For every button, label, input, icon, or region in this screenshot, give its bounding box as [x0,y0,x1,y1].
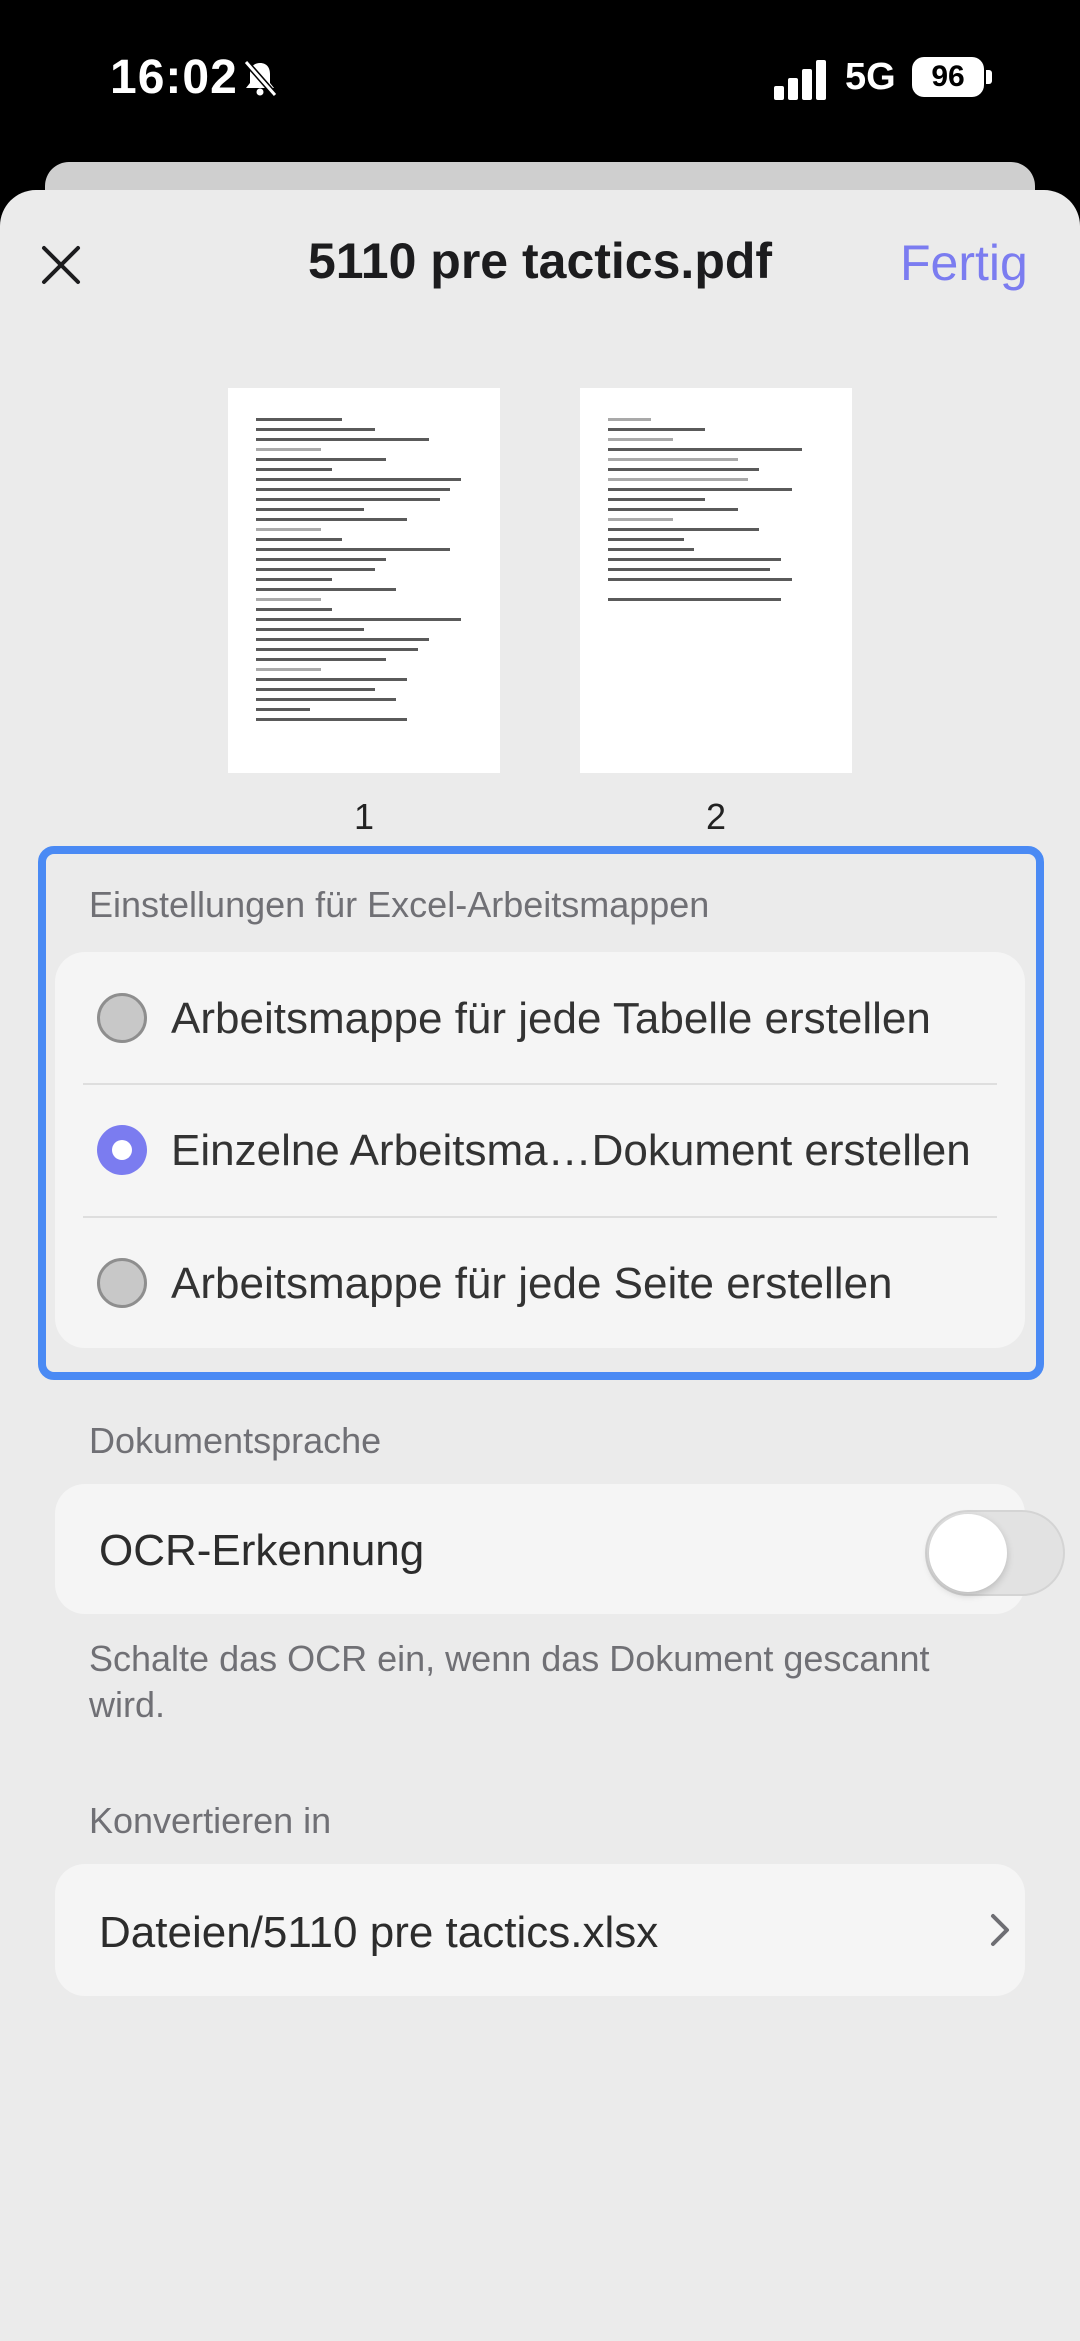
page-thumbnail-2[interactable] [580,388,852,773]
battery-tip [986,70,992,84]
page-number-2: 2 [580,796,852,838]
page-title: 5110 pre tactics.pdf [240,232,840,290]
option-label: Einzelne Arbeitsma…Dokument erstellen [171,1126,971,1176]
battery-icon: 96 [912,57,984,97]
ocr-toggle[interactable] [925,1510,1065,1596]
page-thumbnail-1[interactable] [228,388,500,773]
network-type: 5G [845,56,896,99]
status-time: 16:02 [110,50,238,105]
chevron-right-icon [985,1910,1015,1950]
ocr-label: OCR-Erkennung [99,1526,424,1576]
bell-muted-icon [240,58,280,98]
document-language-label: Dokumentsprache [89,1420,381,1462]
radio-button-selected[interactable] [97,1125,147,1175]
done-button[interactable]: Fertig [900,234,1028,292]
destination-path: Dateien/5110 pre tactics.xlsx [99,1908,658,1958]
close-icon[interactable] [36,240,86,290]
status-bar: 16:02 5G 96 [0,0,1080,160]
option-label: Arbeitsmappe für jede Tabelle erstellen [171,994,931,1044]
page-number-1: 1 [228,796,500,838]
ocr-hint: Schalte das OCR ein, wenn das Dokument g… [89,1636,949,1728]
option-workbook-per-table[interactable]: Arbeitsmappe für jede Tabelle erstellen [55,952,1025,1084]
radio-button[interactable] [97,993,147,1043]
radio-button[interactable] [97,1258,147,1308]
excel-settings-label: Einstellungen für Excel-Arbeitsmappen [89,884,709,926]
ocr-card: OCR-Erkennung [55,1484,1025,1614]
option-label: Arbeitsmappe für jede Seite erstellen [171,1259,893,1309]
excel-options-card: Arbeitsmappe für jede Tabelle erstellen … [55,952,1025,1348]
option-single-workbook[interactable]: Einzelne Arbeitsma…Dokument erstellen [55,1084,1025,1216]
convert-destination-row[interactable]: Dateien/5110 pre tactics.xlsx [55,1864,1025,1996]
option-workbook-per-page[interactable]: Arbeitsmappe für jede Seite erstellen [55,1217,1025,1349]
convert-to-label: Konvertieren in [89,1800,331,1842]
toggle-knob [929,1514,1007,1592]
signal-icon [772,58,832,102]
